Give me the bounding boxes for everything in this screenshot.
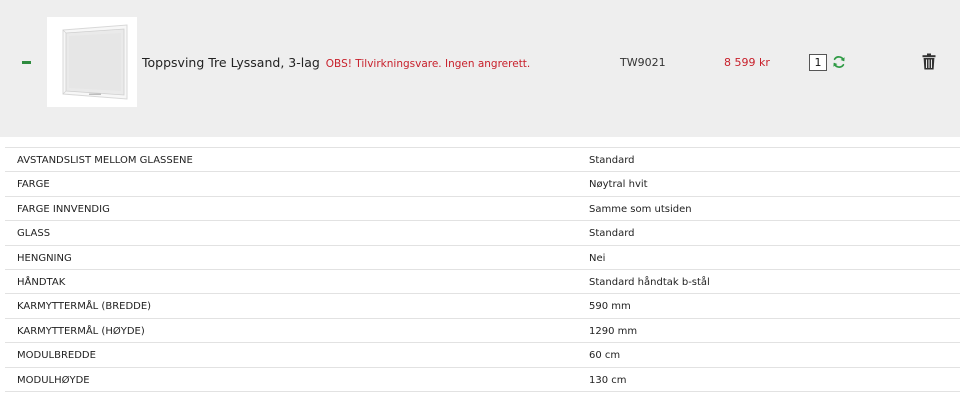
cart-item-row: Toppsving Tre Lyssand, 3-lag OBS! Tilvir… [0,0,960,137]
product-title: Toppsving Tre Lyssand, 3-lag OBS! Tilvir… [142,55,530,70]
spec-label: AVSTANDSLIST MELLOM GLASSENE [17,155,193,166]
spec-value: Nøytral hvit [589,179,648,191]
spec-value: Standard [589,155,635,166]
spec-label: KARMYTTERMÅL (BREDDE) [17,301,152,313]
spec-label: KARMYTTERMÅL (HØYDE) [17,325,145,337]
spec-row: HÅNDTAK Standard håndtak b-stål [5,270,960,295]
product-price: 8 599 kr [724,56,770,69]
spec-label: MODULHØYDE [17,374,90,386]
spec-label: FARGE [17,179,50,191]
product-note: OBS! Tilvirkningsvare. Ingen angrerett. [325,58,531,70]
spec-row: FARGE Nøytral hvit [5,172,960,197]
spec-row: MODULHØYDE 130 cm [5,368,960,392]
spec-value: Nei [589,252,606,264]
spec-value: Standard [589,228,635,240]
window-image [47,17,137,107]
spec-value: 590 mm [589,301,631,313]
spec-row: AVSTANDSLIST MELLOM GLASSENE Standard [5,148,960,173]
spec-label: MODULBREDDE [17,350,96,362]
quantity-input[interactable] [809,54,827,71]
spec-row: KARMYTTERMÅL (BREDDE) 590 mm [5,294,960,319]
collapse-toggle-minus-icon[interactable] [22,61,31,64]
spec-value: Standard håndtak b-stål [589,276,710,288]
spec-row: HENGNING Nei [5,246,960,270]
spec-row: GLASS Standard [5,221,960,246]
spec-label: FARGE INNVENDIG [17,203,110,215]
spec-label: HÅNDTAK [17,276,66,288]
spec-value: 130 cm [589,374,627,386]
product-name[interactable]: Toppsving Tre Lyssand, 3-lag [142,55,320,70]
spec-table: AVSTANDSLIST MELLOM GLASSENE Standard FA… [5,147,960,392]
product-thumbnail[interactable] [47,17,137,107]
spec-label: GLASS [17,228,51,240]
spec-value: 1290 mm [589,325,638,337]
refresh-icon[interactable] [832,55,846,69]
trash-icon[interactable] [922,53,936,70]
spec-row: KARMYTTERMÅL (HØYDE) 1290 mm [5,319,960,344]
product-sku: TW9021 [620,56,666,69]
spec-value: 60 cm [589,350,621,362]
spec-label: HENGNING [17,252,72,264]
spec-row: FARGE INNVENDIG Samme som utsiden [5,197,960,222]
spec-value: Samme som utsiden [589,203,692,215]
spec-row: MODULBREDDE 60 cm [5,343,960,368]
